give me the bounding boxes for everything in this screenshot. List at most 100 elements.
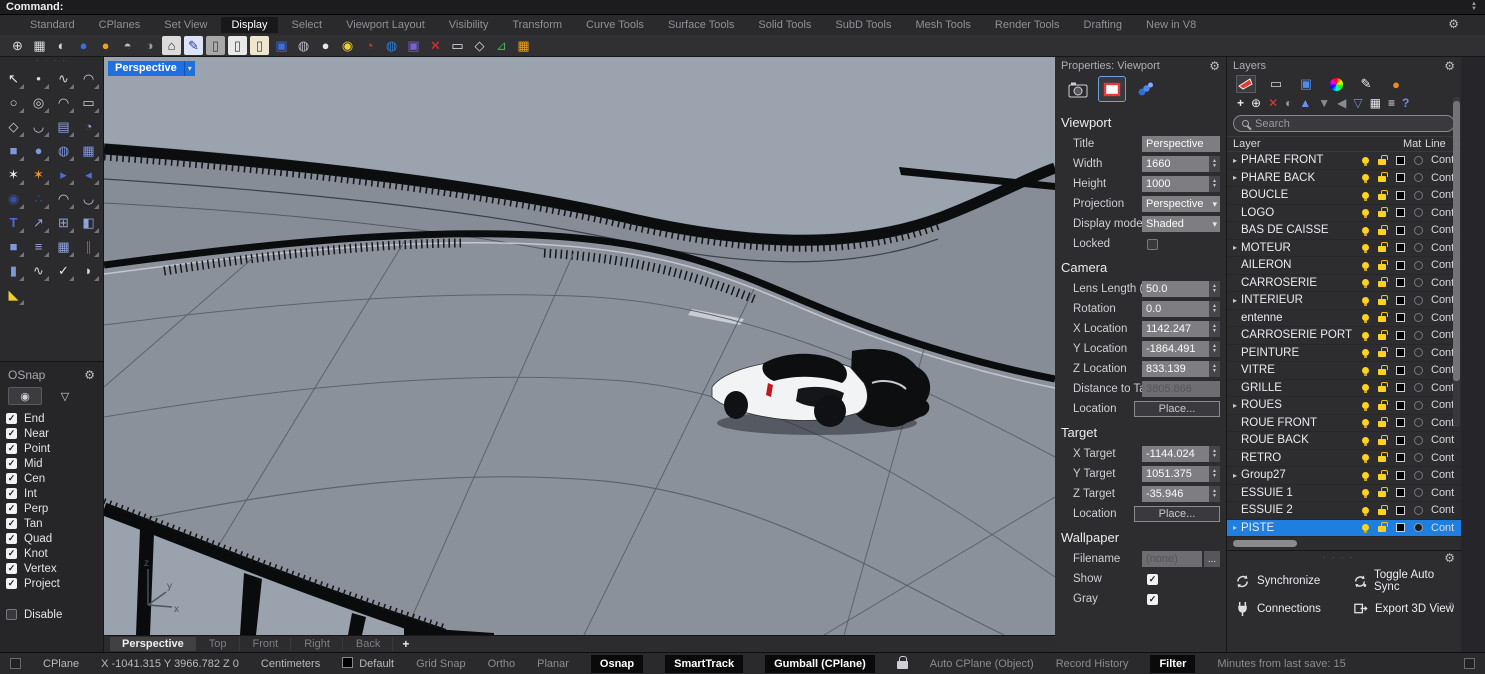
layer-color-swatch[interactable] bbox=[1396, 173, 1405, 182]
status-item[interactable]: Filter bbox=[1150, 655, 1195, 673]
boolean-tool[interactable]: ◉ bbox=[2, 187, 25, 210]
menu-item[interactable]: Viewport Layout bbox=[336, 17, 435, 33]
layers-vertical-scrollbar[interactable] bbox=[1453, 97, 1460, 427]
lock-icon[interactable] bbox=[1378, 456, 1386, 462]
camera-tab[interactable] bbox=[1065, 77, 1091, 101]
lock-icon[interactable] bbox=[1378, 334, 1386, 340]
ring-sphere-icon[interactable]: ◉ bbox=[338, 36, 357, 55]
browse-button[interactable]: ... bbox=[1204, 551, 1220, 567]
world-icon[interactable]: ◍ bbox=[382, 36, 401, 55]
layer-row[interactable]: ESSUIE 1 Cont bbox=[1227, 485, 1461, 503]
command-bar[interactable]: Command: ▲▼ bbox=[0, 0, 1485, 15]
lock-icon[interactable] bbox=[1378, 404, 1386, 410]
layer-row[interactable]: ▸ MOTEUR Cont bbox=[1227, 240, 1461, 258]
net-sphere-icon[interactable]: ◍ bbox=[294, 36, 313, 55]
orient-tool[interactable]: ◂ bbox=[77, 163, 100, 186]
cplane-globe-icon[interactable]: ⊕ bbox=[8, 36, 27, 55]
layer-color-swatch[interactable] bbox=[1396, 296, 1405, 305]
layer-row[interactable]: ROUE FRONT Cont bbox=[1227, 415, 1461, 433]
visibility-bulb-icon[interactable] bbox=[1362, 279, 1369, 286]
layer-row[interactable]: GRILLE Cont bbox=[1227, 380, 1461, 398]
quad-sphere-icon[interactable]: ◔ bbox=[360, 36, 379, 55]
sketch-view-icon[interactable]: ✎ bbox=[184, 36, 203, 55]
linetype-label[interactable]: Cont bbox=[1431, 487, 1457, 499]
layer-color-swatch[interactable] bbox=[1396, 278, 1405, 287]
projection-dropdown[interactable]: Perspective▾ bbox=[1142, 196, 1220, 212]
layer-color-swatch[interactable] bbox=[1396, 313, 1405, 322]
visibility-bulb-icon[interactable] bbox=[1362, 489, 1369, 496]
text-tool[interactable]: T bbox=[2, 211, 25, 234]
visibility-bulb-icon[interactable] bbox=[1362, 419, 1369, 426]
osnap-option[interactable]: ✓ Near bbox=[6, 426, 97, 441]
material-circle[interactable] bbox=[1414, 156, 1423, 165]
layer-color-swatch[interactable] bbox=[1396, 418, 1405, 427]
tab-layers-icon[interactable] bbox=[1237, 76, 1255, 92]
status-item[interactable]: Planar bbox=[537, 658, 569, 670]
rotation-field[interactable]: 0.0▲▼ bbox=[1142, 301, 1220, 317]
visibility-bulb-icon[interactable] bbox=[1362, 192, 1369, 199]
rectangle-tool[interactable]: ▭ bbox=[77, 91, 100, 114]
display-mode-dropdown[interactable]: Shaded▾ bbox=[1142, 216, 1220, 232]
checkbox-icon[interactable]: ✓ bbox=[6, 413, 17, 424]
material-circle[interactable] bbox=[1414, 366, 1423, 375]
tab-snapshot-icon[interactable]: ▣ bbox=[1297, 76, 1315, 92]
sync-panel-gear-icon[interactable]: ⚙ bbox=[1444, 552, 1455, 564]
checkbox-icon[interactable]: ✓ bbox=[6, 518, 17, 529]
layer-color-swatch[interactable] bbox=[1396, 243, 1405, 252]
palette-drag-handle[interactable]: · · · · bbox=[0, 57, 103, 65]
material-circle[interactable] bbox=[1414, 173, 1423, 182]
menu-item[interactable]: Select bbox=[282, 17, 333, 33]
material-circle[interactable] bbox=[1414, 348, 1423, 357]
osnap-option[interactable]: ✓ Tan bbox=[6, 516, 97, 531]
checkbox-icon[interactable]: ✓ bbox=[6, 458, 17, 469]
layer-color-swatch[interactable] bbox=[1396, 348, 1405, 357]
star-tool[interactable]: ✶ bbox=[2, 163, 25, 186]
layer-color-swatch[interactable] bbox=[1396, 366, 1405, 375]
expander-icon[interactable]: ▸ bbox=[1233, 243, 1241, 252]
white-sphere-icon[interactable]: ● bbox=[316, 36, 335, 55]
layer-row[interactable]: ▸ INTERIEUR Cont bbox=[1227, 292, 1461, 310]
material-circle[interactable] bbox=[1414, 418, 1423, 427]
spinner[interactable]: ▲▼ bbox=[1209, 486, 1220, 502]
layer-row[interactable]: CARROSERIE PORT Cont bbox=[1227, 327, 1461, 345]
lock-icon[interactable] bbox=[1378, 194, 1386, 200]
spotlight-tool[interactable]: ◣ bbox=[2, 283, 25, 306]
ghost-sphere-icon[interactable]: ◑ bbox=[140, 36, 159, 55]
lock-icon[interactable] bbox=[1378, 491, 1386, 497]
wallpaper-gray-checkbox[interactable]: ✓ bbox=[1147, 594, 1158, 605]
status-item[interactable]: Osnap bbox=[591, 655, 643, 673]
layer-row[interactable]: PEINTURE Cont bbox=[1227, 345, 1461, 363]
filter-button[interactable]: ▽ bbox=[1353, 96, 1362, 110]
shaded-view-icon[interactable]: ⌂ bbox=[162, 36, 181, 55]
visibility-bulb-icon[interactable] bbox=[1362, 349, 1369, 356]
lock-icon[interactable] bbox=[1378, 509, 1386, 515]
status-item[interactable]: CPlane bbox=[43, 658, 79, 670]
properties-gear-icon[interactable]: ⚙ bbox=[1209, 60, 1220, 72]
layers-horizontal-scrollbar[interactable] bbox=[1233, 539, 1455, 548]
checkbox-icon[interactable]: ✓ bbox=[6, 443, 17, 454]
status-corner-button[interactable] bbox=[1464, 658, 1475, 669]
hemisphere-icon[interactable]: ◐ bbox=[52, 36, 71, 55]
orange-sphere-icon[interactable]: ● bbox=[96, 36, 115, 55]
osnap-option[interactable]: ✓ Cen bbox=[6, 471, 97, 486]
render-frame-icon[interactable]: ▣ bbox=[404, 36, 423, 55]
layer-row[interactable]: entenne Cont bbox=[1227, 310, 1461, 328]
layer-color-swatch[interactable] bbox=[1396, 453, 1405, 462]
lock-icon[interactable] bbox=[1378, 474, 1386, 480]
lock-icon[interactable] bbox=[1378, 351, 1386, 357]
expander-icon[interactable]: ▸ bbox=[1233, 401, 1241, 410]
paint-tool[interactable]: ▮ bbox=[2, 259, 25, 282]
status-item[interactable]: Grid Snap bbox=[416, 658, 466, 670]
layer-row[interactable]: ▸ PHARE FRONT Cont bbox=[1227, 152, 1461, 170]
box-tool[interactable]: ■ bbox=[2, 139, 25, 162]
osnap-disable-option[interactable]: Disable bbox=[6, 607, 97, 622]
visibility-bulb-icon[interactable] bbox=[1362, 209, 1369, 216]
more-buttons-chevron[interactable]: » bbox=[1448, 599, 1453, 610]
check-tool[interactable]: ✓ bbox=[52, 259, 75, 282]
new-layer-button[interactable]: + bbox=[1237, 96, 1244, 110]
tab-rhino-icon[interactable]: ● bbox=[1387, 76, 1405, 92]
menu-item[interactable]: Mesh Tools bbox=[905, 17, 980, 33]
layer-row[interactable]: ▸ PHARE BACK Cont bbox=[1227, 170, 1461, 188]
command-prompt[interactable]: Command: bbox=[6, 1, 63, 13]
spinner[interactable]: ▲▼ bbox=[1209, 466, 1220, 482]
